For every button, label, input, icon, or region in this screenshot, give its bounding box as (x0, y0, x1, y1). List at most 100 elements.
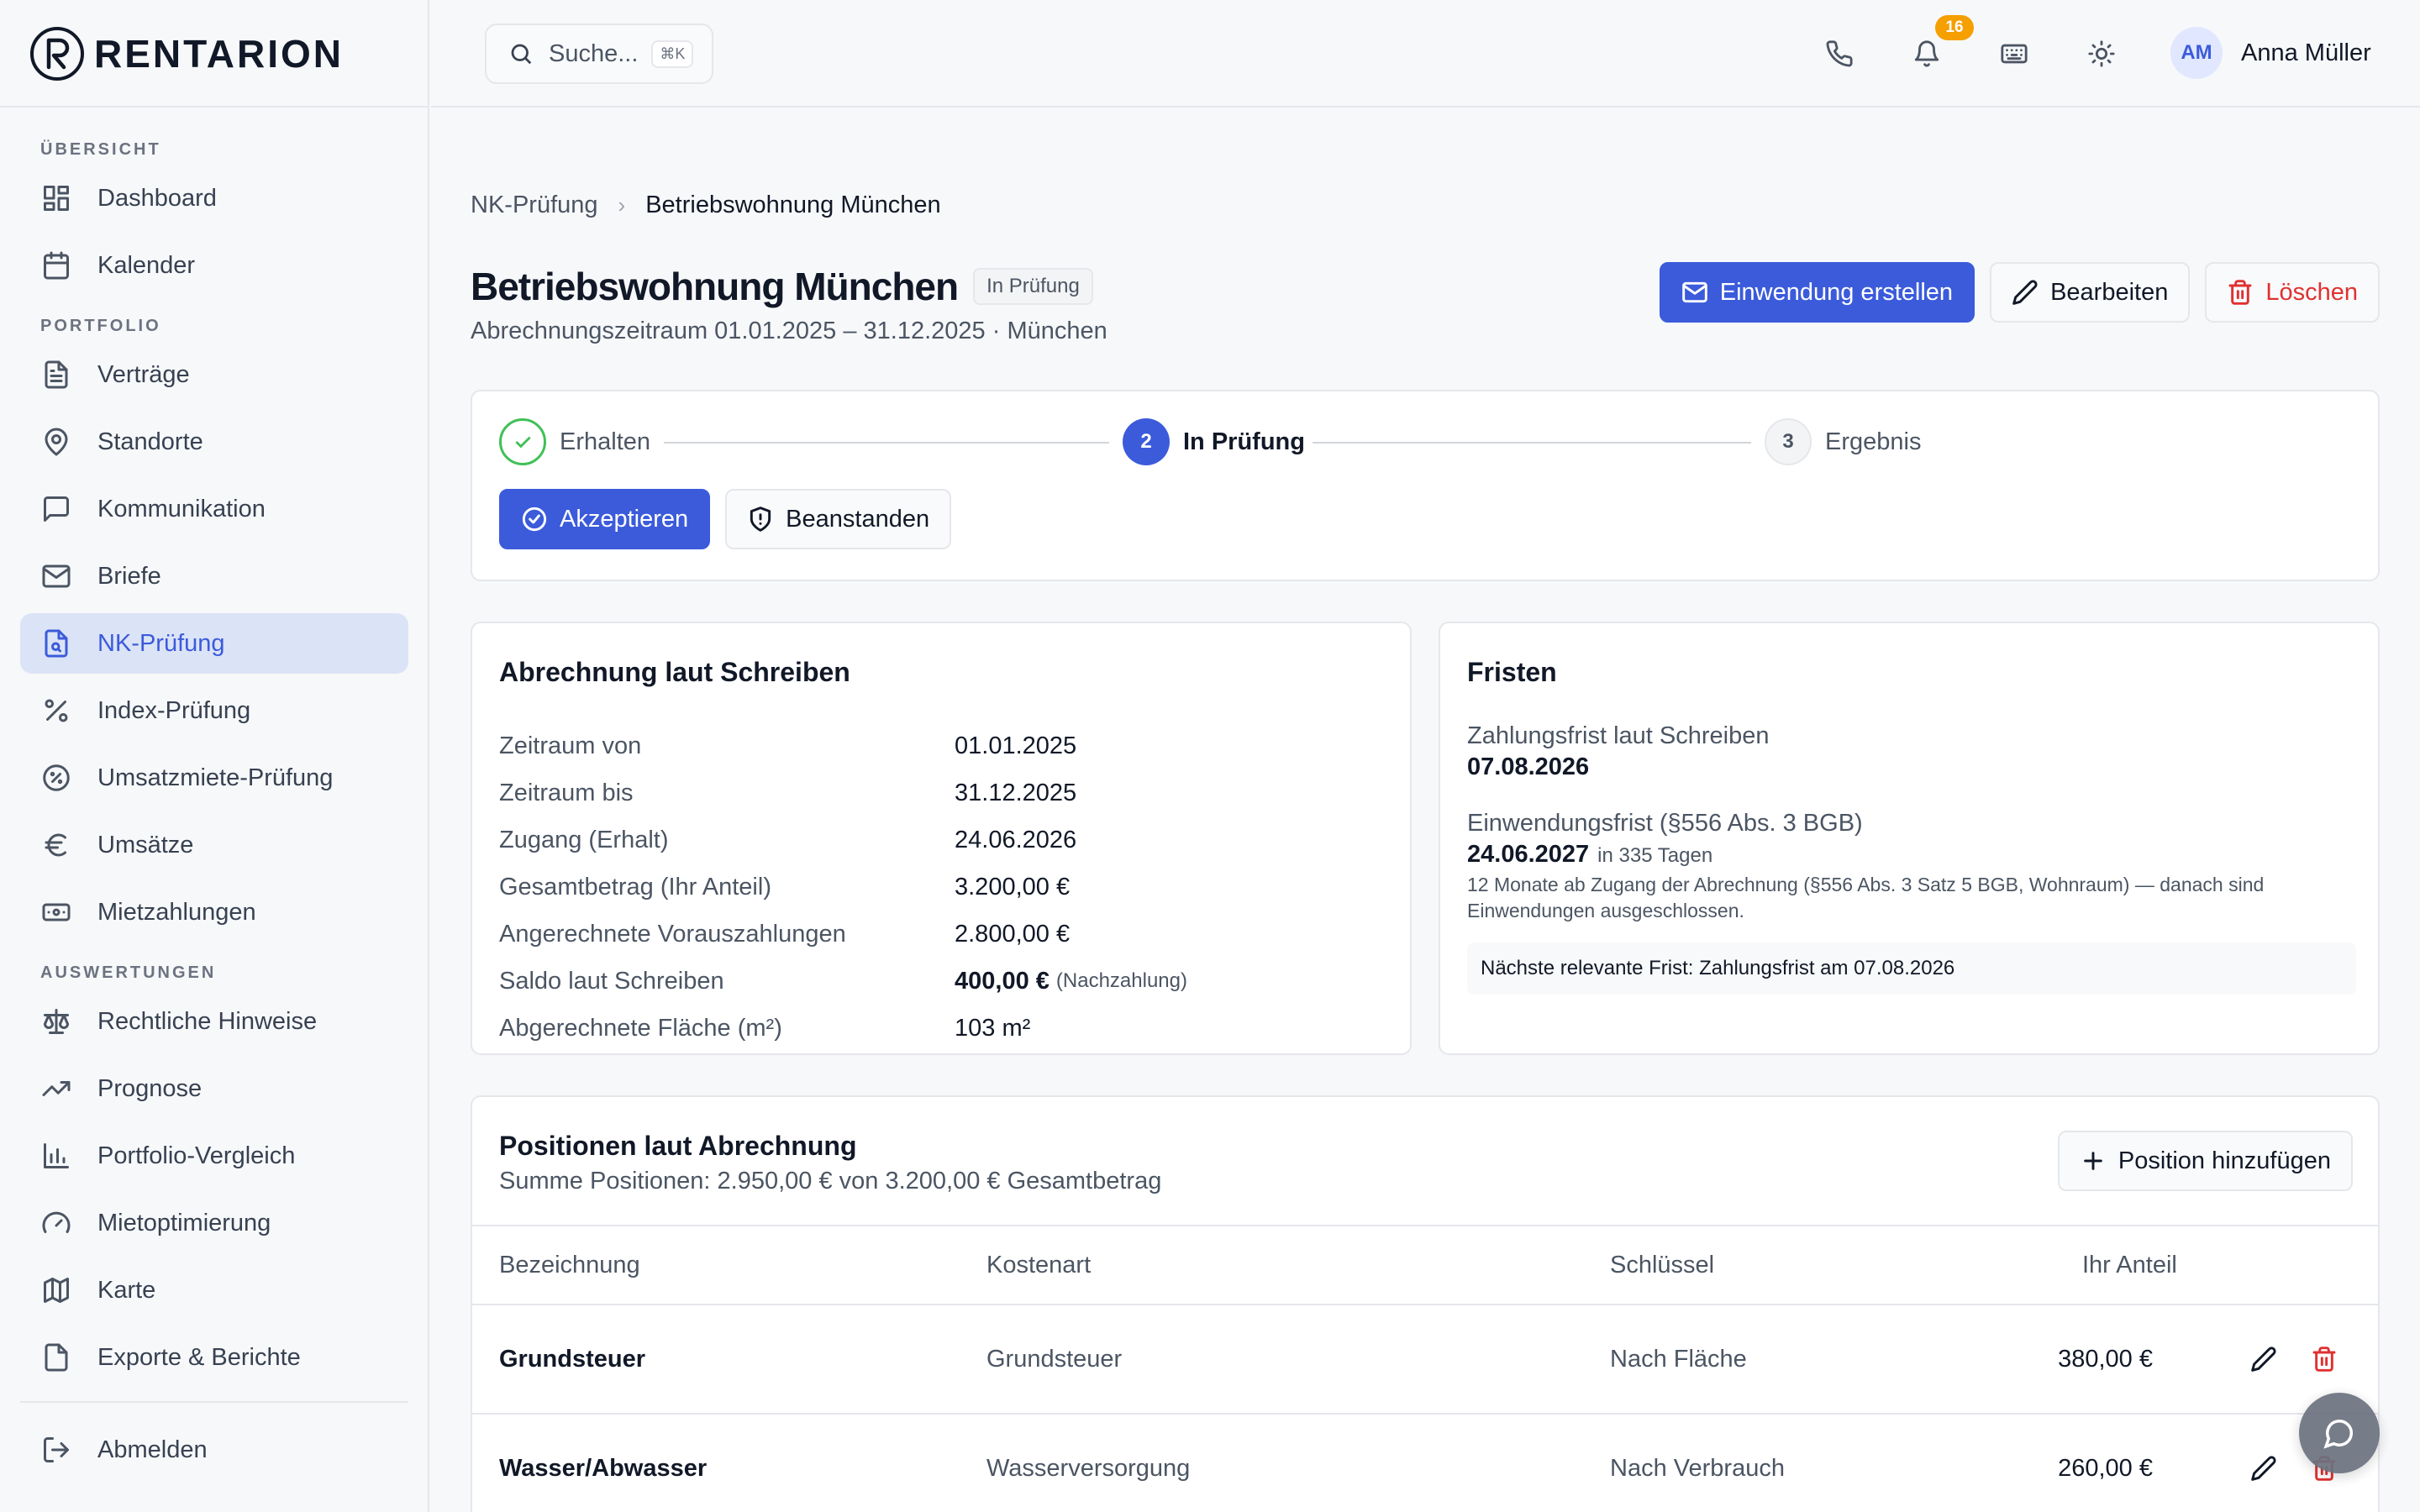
sidebar-item-briefe[interactable]: Briefe (20, 546, 408, 606)
accept-button[interactable]: Akzeptieren (499, 489, 711, 549)
step-ergebnis: 3 Ergebnis (1765, 418, 1921, 465)
chevron-right-icon: › (618, 192, 626, 218)
sidebar-item-label: Kalender (97, 251, 196, 279)
file-export-icon (40, 1341, 72, 1373)
app-name: RENTARION (94, 32, 345, 76)
sidebar-item-nk-pruefung[interactable]: NK-Prüfung (20, 613, 408, 674)
map-icon (40, 1274, 72, 1306)
position-share: 380,00 € (2058, 1346, 2153, 1373)
trash-icon (2312, 1347, 2336, 1372)
step-connector (1313, 442, 1751, 444)
sidebar-item-label: Umsatzmiete-Prüfung (97, 764, 334, 791)
notifications-button[interactable] (1907, 34, 1947, 74)
sidebar-item-dashboard[interactable]: Dashboard (20, 168, 408, 228)
detail-key: Zugang (Erhalt) (499, 826, 669, 853)
phone-button[interactable] (1819, 34, 1860, 74)
edit-row-button[interactable] (2247, 1342, 2281, 1376)
position-key: Nach Verbrauch (1610, 1455, 1785, 1482)
breadcrumb-link[interactable]: NK-Prüfung (471, 192, 598, 219)
table-header: Bezeichnung Kostenart Schlüssel Ihr Ante… (472, 1225, 2378, 1305)
search-input[interactable]: Suche... ⌘K (485, 24, 713, 84)
fristen-card: Fristen Zahlungsfrist laut Schreiben 07.… (1439, 622, 2380, 1055)
sidebar-item-karte[interactable]: Karte (20, 1260, 408, 1320)
gauge-icon (40, 1207, 72, 1239)
delete-row-button[interactable] (2307, 1342, 2341, 1376)
create-objection-button[interactable]: Einwendung erstellen (1659, 262, 1975, 323)
shield-icon (750, 507, 771, 532)
rentarion-logo-icon (30, 27, 84, 81)
logout-button[interactable]: Abmelden (20, 1420, 408, 1480)
step-connector (664, 442, 1109, 444)
check-icon (499, 418, 546, 465)
theme-toggle[interactable] (2081, 34, 2122, 74)
card-title: Abrechnung laut Schreiben (499, 657, 850, 687)
detail-row: Abgerechnete Fläche (m²) 103 m² (499, 1005, 1390, 1052)
sidebar-item-umsatzmiete-pruefung[interactable]: Umsatzmiete-Prüfung (20, 748, 408, 808)
sidebar-item-umsaetze[interactable]: Umsätze (20, 815, 408, 875)
detail-key: Abgerechnete Fläche (m²) (499, 1014, 782, 1042)
nav-section-title: AUSWERTUNGEN (40, 963, 217, 982)
bar-chart-icon (40, 1140, 72, 1172)
user-menu[interactable]: AM Anna Müller (2170, 27, 2371, 79)
sidebar-item-portfolio-vergleich[interactable]: Portfolio-Vergleich (20, 1126, 408, 1186)
status-badge: In Prüfung (973, 268, 1093, 305)
sidebar-item-kalender[interactable]: Kalender (20, 235, 408, 296)
badge-percent-icon (40, 762, 72, 794)
sidebar-item-prognose[interactable]: Prognose (20, 1058, 408, 1119)
sidebar-item-index-pruefung[interactable]: Index-Prüfung (20, 680, 408, 741)
add-position-button[interactable]: Position hinzufügen (2057, 1131, 2353, 1191)
sidebar-item-kommunikation[interactable]: Kommunikation (20, 479, 408, 539)
sidebar-item-label: Prognose (97, 1074, 203, 1102)
edit-button[interactable]: Bearbeiten (1990, 262, 2191, 323)
keyboard-button[interactable] (1994, 34, 2034, 74)
sidebar-item-exporte-berichte[interactable]: Exporte & Berichte (20, 1327, 408, 1388)
document-icon (40, 359, 72, 391)
app-logo[interactable]: RENTARION (29, 25, 344, 82)
detail-row: Zugang (Erhalt) 24.06.2026 (499, 816, 1390, 864)
sidebar-nav: ÜBERSICHT Dashboard Kalender PORTFOLIO V… (20, 126, 408, 1394)
page-actions: Einwendung erstellen Bearbeiten Löschen (1659, 262, 2380, 323)
status-stepper: Erhalten 2 In Prüfung 3 Ergebnis (499, 418, 2348, 467)
button-label: Bearbeiten (2050, 278, 2169, 306)
step-label: Erhalten (560, 428, 651, 455)
detail-key: Zeitraum bis (499, 779, 634, 806)
abrechnung-card: Abrechnung laut Schreiben Zeitraum von 01… (471, 622, 1412, 1055)
mail-icon (40, 560, 72, 592)
main-content: NK-Prüfung › Betriebswohnung München Bet… (471, 108, 2380, 1512)
objection-deadline: Einwendungsfrist (§556 Abs. 3 BGB) 24.06… (1467, 810, 2358, 924)
search-shortcut: ⌘K (651, 39, 694, 68)
detail-row: Zeitraum bis 31.12.2025 (499, 769, 1390, 816)
calendar-icon (40, 249, 72, 281)
sidebar-item-rechtliche-hinweise[interactable]: Rechtliche Hinweise (20, 991, 408, 1052)
step-number: 2 (1123, 418, 1170, 465)
detail-value: 400,00 € (955, 967, 1050, 995)
map-pin-icon (40, 426, 72, 458)
detail-key: Gesamtbetrag (Ihr Anteil) (499, 873, 771, 900)
sidebar-item-label: Standorte (97, 428, 203, 455)
column-header: Kostenart (986, 1252, 1092, 1278)
sidebar-item-vertraege[interactable]: Verträge (20, 344, 408, 405)
position-key: Nach Fläche (1610, 1346, 1747, 1373)
sidebar: RENTARION ÜBERSICHT Dashboard Kalender P… (0, 0, 429, 1512)
edit-row-button[interactable] (2247, 1452, 2281, 1485)
check-circle-icon (522, 507, 547, 532)
chat-button[interactable] (2299, 1393, 2380, 1473)
pencil-icon (2251, 1347, 2276, 1372)
sidebar-item-mietoptimierung[interactable]: Mietoptimierung (20, 1193, 408, 1253)
delete-button[interactable]: Löschen (2205, 262, 2380, 323)
sidebar-item-standorte[interactable]: Standorte (20, 412, 408, 472)
position-type: Wasserversorgung (986, 1455, 1191, 1482)
button-label: Einwendung erstellen (1719, 278, 1954, 306)
detail-key: Angerechnete Vorauszahlungen (499, 920, 846, 948)
detail-key: Zeitraum von (499, 732, 642, 759)
contest-button[interactable]: Beanstanden (725, 489, 952, 549)
position-name: Wasser/Abwasser (499, 1455, 708, 1482)
position-type: Grundsteuer (986, 1346, 1123, 1373)
sidebar-item-mietzahlungen[interactable]: Mietzahlungen (20, 882, 408, 942)
next-deadline-notice: Nächste relevante Frist: Zahlungsfrist a… (1467, 942, 2356, 995)
sidebar-item-label: Karte (97, 1276, 156, 1304)
deadline-remaining: in 335 Tagen (1597, 844, 1713, 867)
breadcrumb: NK-Prüfung › Betriebswohnung München (471, 192, 941, 219)
detail-value: 01.01.2025 (955, 732, 1077, 759)
deadline-date: 24.06.2027 (1467, 841, 1590, 868)
